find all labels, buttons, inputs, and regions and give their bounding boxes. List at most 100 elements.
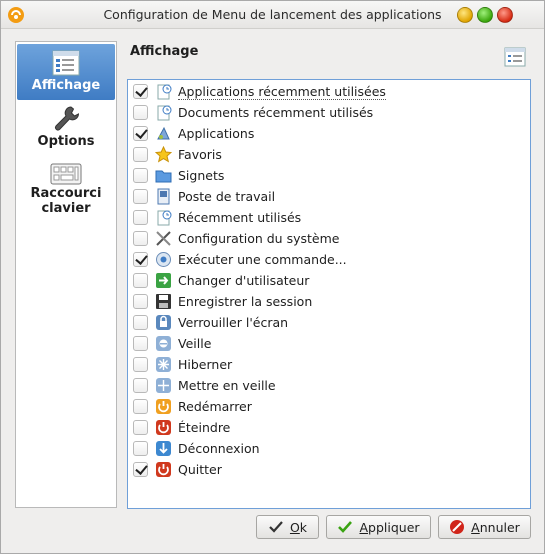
item-label: Favoris xyxy=(178,147,222,162)
item-label: Hiberner xyxy=(178,357,233,372)
list-item[interactable]: Veille xyxy=(133,333,525,354)
system-settings-icon xyxy=(156,231,171,246)
item-label: Mettre en veille xyxy=(178,378,276,393)
star-icon xyxy=(155,146,172,163)
close-button[interactable] xyxy=(497,7,513,23)
item-label: Veille xyxy=(178,336,212,351)
save-session-icon xyxy=(156,294,171,309)
list-item[interactable]: Poste de travail xyxy=(133,186,525,207)
item-checkbox[interactable] xyxy=(133,315,148,330)
item-checkbox[interactable] xyxy=(133,420,148,435)
cancel-icon xyxy=(450,520,465,534)
item-checkbox[interactable] xyxy=(133,399,148,414)
list-item[interactable]: Verrouiller l'écran xyxy=(133,312,525,333)
item-checkbox[interactable] xyxy=(133,441,148,456)
standby-icon xyxy=(156,336,171,351)
item-label: Poste de travail xyxy=(178,189,276,204)
keyboard-icon xyxy=(50,163,82,185)
config-dialog: Configuration de Menu de lancement des a… xyxy=(0,0,545,554)
item-label: Applications xyxy=(178,126,255,141)
hibernate-icon xyxy=(156,357,171,372)
item-checkbox[interactable] xyxy=(133,147,148,162)
list-item[interactable]: Signets xyxy=(133,165,525,186)
item-checkbox[interactable] xyxy=(133,378,148,393)
ok-label: Ok xyxy=(289,519,308,535)
item-label: Signets xyxy=(178,168,225,183)
item-checkbox[interactable] xyxy=(133,126,148,141)
list-item[interactable]: Redémarrer xyxy=(133,396,525,417)
item-label: Éteindre xyxy=(178,420,231,435)
page-title: Affichage xyxy=(130,44,199,59)
list-item[interactable]: Hiberner xyxy=(133,354,525,375)
minimize-button[interactable] xyxy=(457,7,473,23)
item-checkbox[interactable] xyxy=(133,273,148,288)
list-item[interactable]: Documents récemment utilisés xyxy=(133,102,525,123)
sidebar-item-affichage[interactable]: Affichage xyxy=(17,44,115,100)
restart-icon xyxy=(156,399,171,414)
lock-screen-icon xyxy=(156,315,171,330)
sidebar-item-label: Raccourci clavier xyxy=(30,186,102,216)
apply-button[interactable]: Appliquer xyxy=(326,515,431,539)
recent-applications-icon xyxy=(157,84,172,100)
item-label: Exécuter une commande... xyxy=(178,252,347,267)
shutdown-icon xyxy=(156,420,171,435)
wrench-icon xyxy=(55,106,80,131)
item-label: Enregistrer la session xyxy=(178,294,313,309)
item-checkbox[interactable] xyxy=(133,189,148,204)
recent-documents-icon xyxy=(157,105,172,121)
item-checkbox[interactable] xyxy=(133,84,148,99)
display-settings-icon xyxy=(504,47,526,67)
item-checkbox[interactable] xyxy=(133,210,148,225)
folder-icon xyxy=(155,170,172,183)
item-label: Configuration du système xyxy=(178,231,340,246)
item-label: Applications récemment utilisées xyxy=(178,83,386,100)
item-checkbox[interactable] xyxy=(133,462,148,477)
check-icon xyxy=(269,521,283,533)
sidebar-item-raccourci-clavier[interactable]: Raccourci clavier xyxy=(17,162,115,228)
item-label: Redémarrer xyxy=(178,399,252,414)
item-checkbox[interactable] xyxy=(133,105,148,120)
apply-label: Appliquer xyxy=(359,519,420,535)
display-items-list[interactable]: Applications récemment utilisées Document… xyxy=(127,79,531,509)
list-item[interactable]: Enregistrer la session xyxy=(133,291,525,312)
item-label: Déconnexion xyxy=(178,441,260,456)
list-item[interactable]: Mettre en veille xyxy=(133,375,525,396)
list-item[interactable]: Déconnexion xyxy=(133,438,525,459)
run-command-icon xyxy=(156,252,171,267)
item-label: Récemment utilisés xyxy=(178,210,302,225)
item-label: Quitter xyxy=(178,462,222,477)
logout-icon xyxy=(156,441,171,456)
list-item[interactable]: Applications récemment utilisées xyxy=(133,81,525,102)
list-item[interactable]: Changer d'utilisateur xyxy=(133,270,525,291)
item-checkbox[interactable] xyxy=(133,231,148,246)
maximize-button[interactable] xyxy=(477,7,493,23)
list-item[interactable]: Exécuter une commande... xyxy=(133,249,525,270)
recent-icon xyxy=(157,210,172,226)
item-checkbox[interactable] xyxy=(133,168,148,183)
cancel-label: Annuler xyxy=(471,519,520,535)
item-checkbox[interactable] xyxy=(133,357,148,372)
apply-check-icon xyxy=(338,521,353,533)
applications-icon xyxy=(157,126,170,140)
item-label: Documents récemment utilisés xyxy=(178,105,374,120)
display-settings-icon xyxy=(52,50,80,76)
list-item[interactable]: Éteindre xyxy=(133,417,525,438)
title-bar[interactable]: Configuration de Menu de lancement des a… xyxy=(1,1,544,29)
item-checkbox[interactable] xyxy=(133,252,148,267)
sidebar-item-label: Affichage xyxy=(31,78,101,93)
sidebar: Affichage Options Raccourci clavier xyxy=(15,41,117,508)
quit-icon xyxy=(156,462,171,477)
sidebar-item-options[interactable]: Options xyxy=(17,104,115,156)
item-checkbox[interactable] xyxy=(133,294,148,309)
list-item[interactable]: Favoris xyxy=(133,144,525,165)
list-item[interactable]: Configuration du système xyxy=(133,228,525,249)
list-item[interactable]: Applications xyxy=(133,123,525,144)
list-item[interactable]: Quitter xyxy=(133,459,525,480)
cancel-button[interactable]: Annuler xyxy=(438,515,531,539)
item-checkbox[interactable] xyxy=(133,336,148,351)
suspend-icon xyxy=(156,378,171,393)
item-label: Changer d'utilisateur xyxy=(178,273,310,288)
switch-user-icon xyxy=(156,273,171,288)
ok-button[interactable]: Ok xyxy=(256,515,319,539)
list-item[interactable]: Récemment utilisés xyxy=(133,207,525,228)
